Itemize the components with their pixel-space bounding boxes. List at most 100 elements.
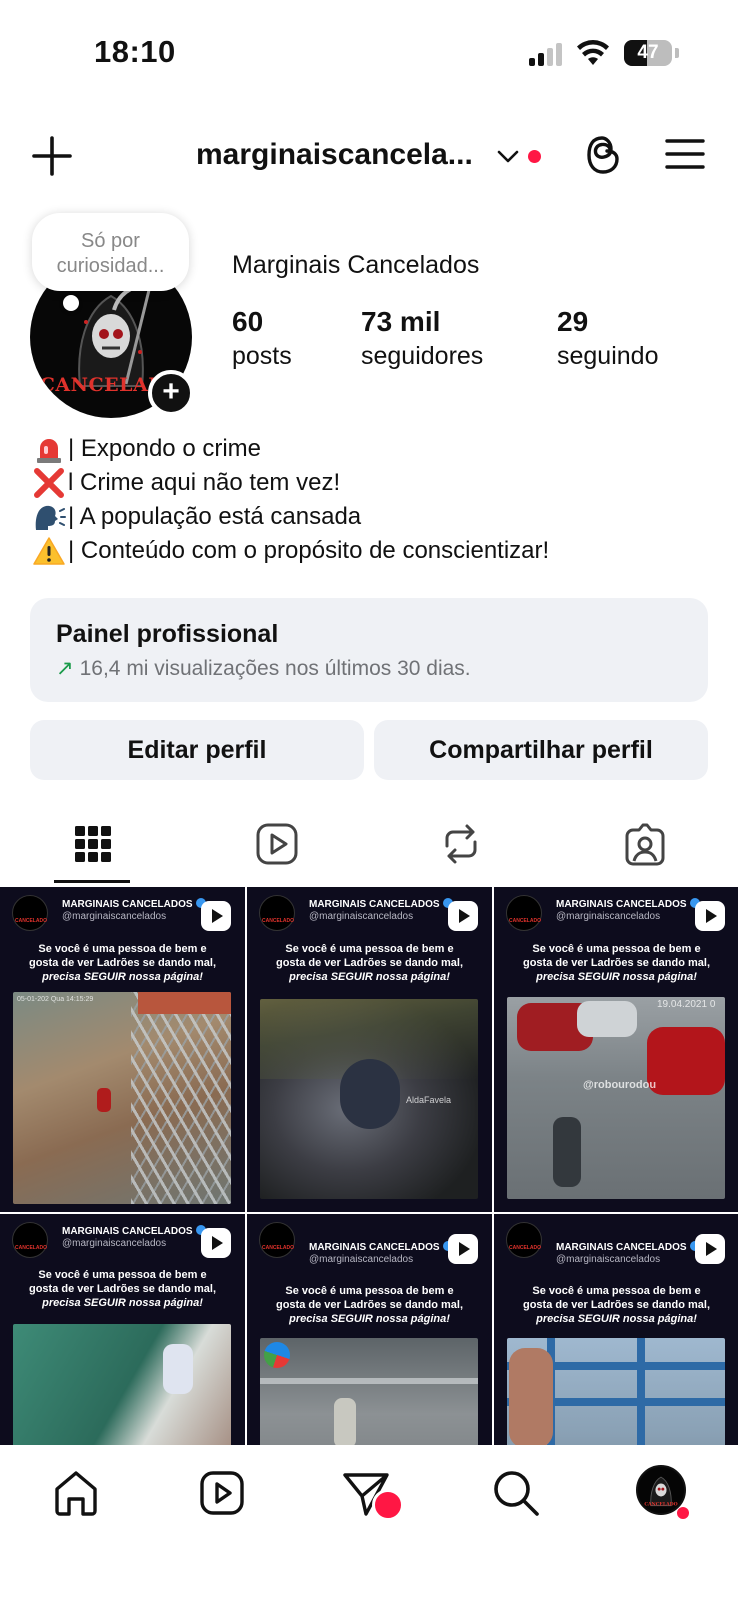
bottom-navigation: CANCELADO: [0, 1445, 738, 1600]
nav-search[interactable]: [490, 1467, 542, 1519]
post-channel-name: MARGINAIS CANCELADOS: [309, 898, 453, 910]
status-bar: 18:10 47: [0, 0, 738, 108]
grid-post[interactable]: CANCELADO MARGINAIS CANCELADOS @marginai…: [0, 1214, 245, 1445]
post-channel-logo: CANCELADO: [506, 895, 542, 931]
post-caption: Se você é uma pessoa de bem e gosta de ve…: [28, 943, 217, 983]
grid-post[interactable]: CANCELADO MARGINAIS CANCELADOS @marginai…: [247, 887, 492, 1212]
reels-icon: [200, 1471, 244, 1515]
tab-grid[interactable]: [0, 812, 184, 886]
stat-followers-count: 73 mil: [361, 306, 441, 337]
reel-icon: [695, 901, 725, 931]
profile-notification-dot: [677, 1507, 689, 1519]
account-switcher-username[interactable]: marginaiscancela...: [196, 138, 473, 172]
professional-dashboard[interactable]: Painel profissional ↗ 16,4 mi visualizaçõ…: [30, 598, 708, 702]
timestamp-overlay: 05-01-202 Qua 14:15:29: [17, 996, 94, 1003]
watermark-overlay: AldaFavela: [406, 1095, 452, 1105]
bio-text: | A população está cansada: [68, 503, 362, 530]
panel-subtitle-text: 16,4 mi visualizações nos últimos 30 dia…: [79, 657, 471, 680]
battery-icon: 47: [624, 40, 672, 66]
post-thumbnail: 05-01-202 Qua 14:15:29: [13, 992, 231, 1204]
cellular-signal-icon: [529, 42, 563, 66]
post-channel-logo: CANCELADO: [12, 1222, 48, 1258]
post-thumbnail: AldaFavela: [260, 999, 478, 1199]
post-caption: Se você é uma pessoa de bem e gosta de ve…: [275, 1285, 464, 1325]
note-text-line1: Só por: [81, 230, 140, 252]
post-thumbnail: [507, 1338, 725, 1445]
post-caption: Se você é uma pessoa de bem e gosta de ve…: [28, 1269, 217, 1309]
stat-following-label: seguindo: [557, 342, 659, 370]
post-channel-handle: @marginaiscancelados: [62, 1238, 167, 1249]
reel-icon: [448, 1234, 478, 1264]
reaper-logo-icon: CANCELADO: [644, 1476, 678, 1508]
reel-icon: [201, 1228, 231, 1258]
post-channel-name: MARGINAIS CANCELADOS: [62, 1225, 206, 1237]
bio-line: l Crime aqui não tem vez!: [32, 466, 712, 500]
battery-level: 47: [637, 42, 659, 63]
add-story-button[interactable]: +: [148, 370, 194, 416]
bio-text: | Conteúdo com o propósito de conscienti…: [68, 537, 550, 564]
bio-line: | Expondo o crime: [32, 432, 712, 466]
post-caption: Se você é uma pessoa de bem e gosta de ve…: [275, 943, 464, 983]
stat-followers-label: seguidores: [361, 342, 484, 370]
wifi-icon: [577, 40, 609, 65]
reels-icon: [256, 823, 298, 865]
messages-notification-badge: [372, 1489, 404, 1521]
stat-posts-label: posts: [232, 342, 292, 370]
search-icon: [494, 1471, 539, 1516]
svg-text:CANCELADO: CANCELADO: [644, 1502, 677, 1508]
battery-nub: [675, 48, 679, 58]
reel-icon: [201, 901, 231, 931]
tab-tagged[interactable]: [552, 812, 736, 886]
post-channel-handle: @marginaiscancelados: [556, 911, 661, 922]
post-thumbnail: 19.04.2021 0 @robourodou: [507, 997, 725, 1199]
share-profile-button[interactable]: Compartilhar perfil: [374, 720, 708, 780]
nav-reels[interactable]: [196, 1467, 248, 1519]
stat-following[interactable]: 29 seguindo: [557, 305, 658, 373]
cross-mark-emoji-icon: [34, 468, 64, 498]
active-tab-indicator: [54, 880, 130, 883]
post-channel-handle: @marginaiscancelados: [309, 1254, 414, 1265]
post-caption: Se você é uma pessoa de bem e gosta de ve…: [522, 943, 711, 983]
bio-line: | Conteúdo com o propósito de conscienti…: [32, 534, 712, 568]
post-channel-name: MARGINAIS CANCELADOS: [62, 898, 206, 910]
profile-bio: | Expondo o crime l Crime aqui não tem v…: [32, 432, 712, 568]
date-overlay: 19.04.2021 0: [657, 999, 716, 1010]
stat-posts[interactable]: 60 posts: [232, 305, 292, 373]
nav-home[interactable]: [50, 1467, 102, 1519]
tab-reposts[interactable]: [368, 812, 552, 886]
edit-profile-button[interactable]: Editar perfil: [30, 720, 364, 780]
grid-post[interactable]: CANCELADO MARGINAIS CANCELADOS @marginai…: [0, 887, 245, 1212]
grid-post[interactable]: CANCELADO MARGINAIS CANCELADOS @marginai…: [247, 1214, 492, 1445]
stat-posts-count: 60: [232, 306, 264, 337]
post-thumbnail: [13, 1324, 231, 1445]
grid-post[interactable]: CANCELADO MARGINAIS CANCELADOS @marginai…: [494, 1214, 738, 1445]
post-channel-logo: CANCELADO: [506, 1222, 542, 1258]
note-bubble[interactable]: Só por curiosidad...: [32, 213, 189, 291]
reposts-icon: [445, 824, 477, 864]
post-channel-name: MARGINAIS CANCELADOS: [309, 1241, 453, 1253]
post-caption: Se você é uma pessoa de bem e gosta de ve…: [522, 1285, 711, 1325]
notification-dot: [528, 150, 541, 163]
trend-up-icon: ↗: [56, 657, 74, 680]
note-text-line2: curiosidad...: [56, 255, 165, 277]
watermark-overlay: @robourodou: [583, 1079, 657, 1091]
threads-icon[interactable]: [582, 132, 624, 178]
stat-followers[interactable]: 73 mil seguidores: [361, 305, 483, 373]
status-time: 18:10: [94, 34, 176, 69]
panel-title: Painel profissional: [56, 620, 279, 648]
post-channel-handle: @marginaiscancelados: [62, 911, 167, 922]
chevron-down-icon[interactable]: [496, 146, 520, 166]
bio-text: l Crime aqui não tem vez!: [68, 469, 341, 496]
menu-icon[interactable]: [665, 134, 705, 174]
tab-reels[interactable]: [184, 812, 368, 886]
tagged-icon: [625, 823, 665, 866]
warning-emoji-icon: [33, 537, 65, 565]
post-channel-handle: @marginaiscancelados: [309, 911, 414, 922]
post-channel-logo: CANCELADO: [259, 895, 295, 931]
profile-header: marginaiscancela...: [0, 120, 738, 198]
post-channel-handle: @marginaiscancelados: [556, 1254, 661, 1265]
grid-post[interactable]: CANCELADO MARGINAIS CANCELADOS @marginai…: [494, 887, 738, 1212]
plus-icon[interactable]: [30, 134, 74, 178]
note-bubble-tail: [63, 295, 79, 311]
reel-icon: [695, 1234, 725, 1264]
